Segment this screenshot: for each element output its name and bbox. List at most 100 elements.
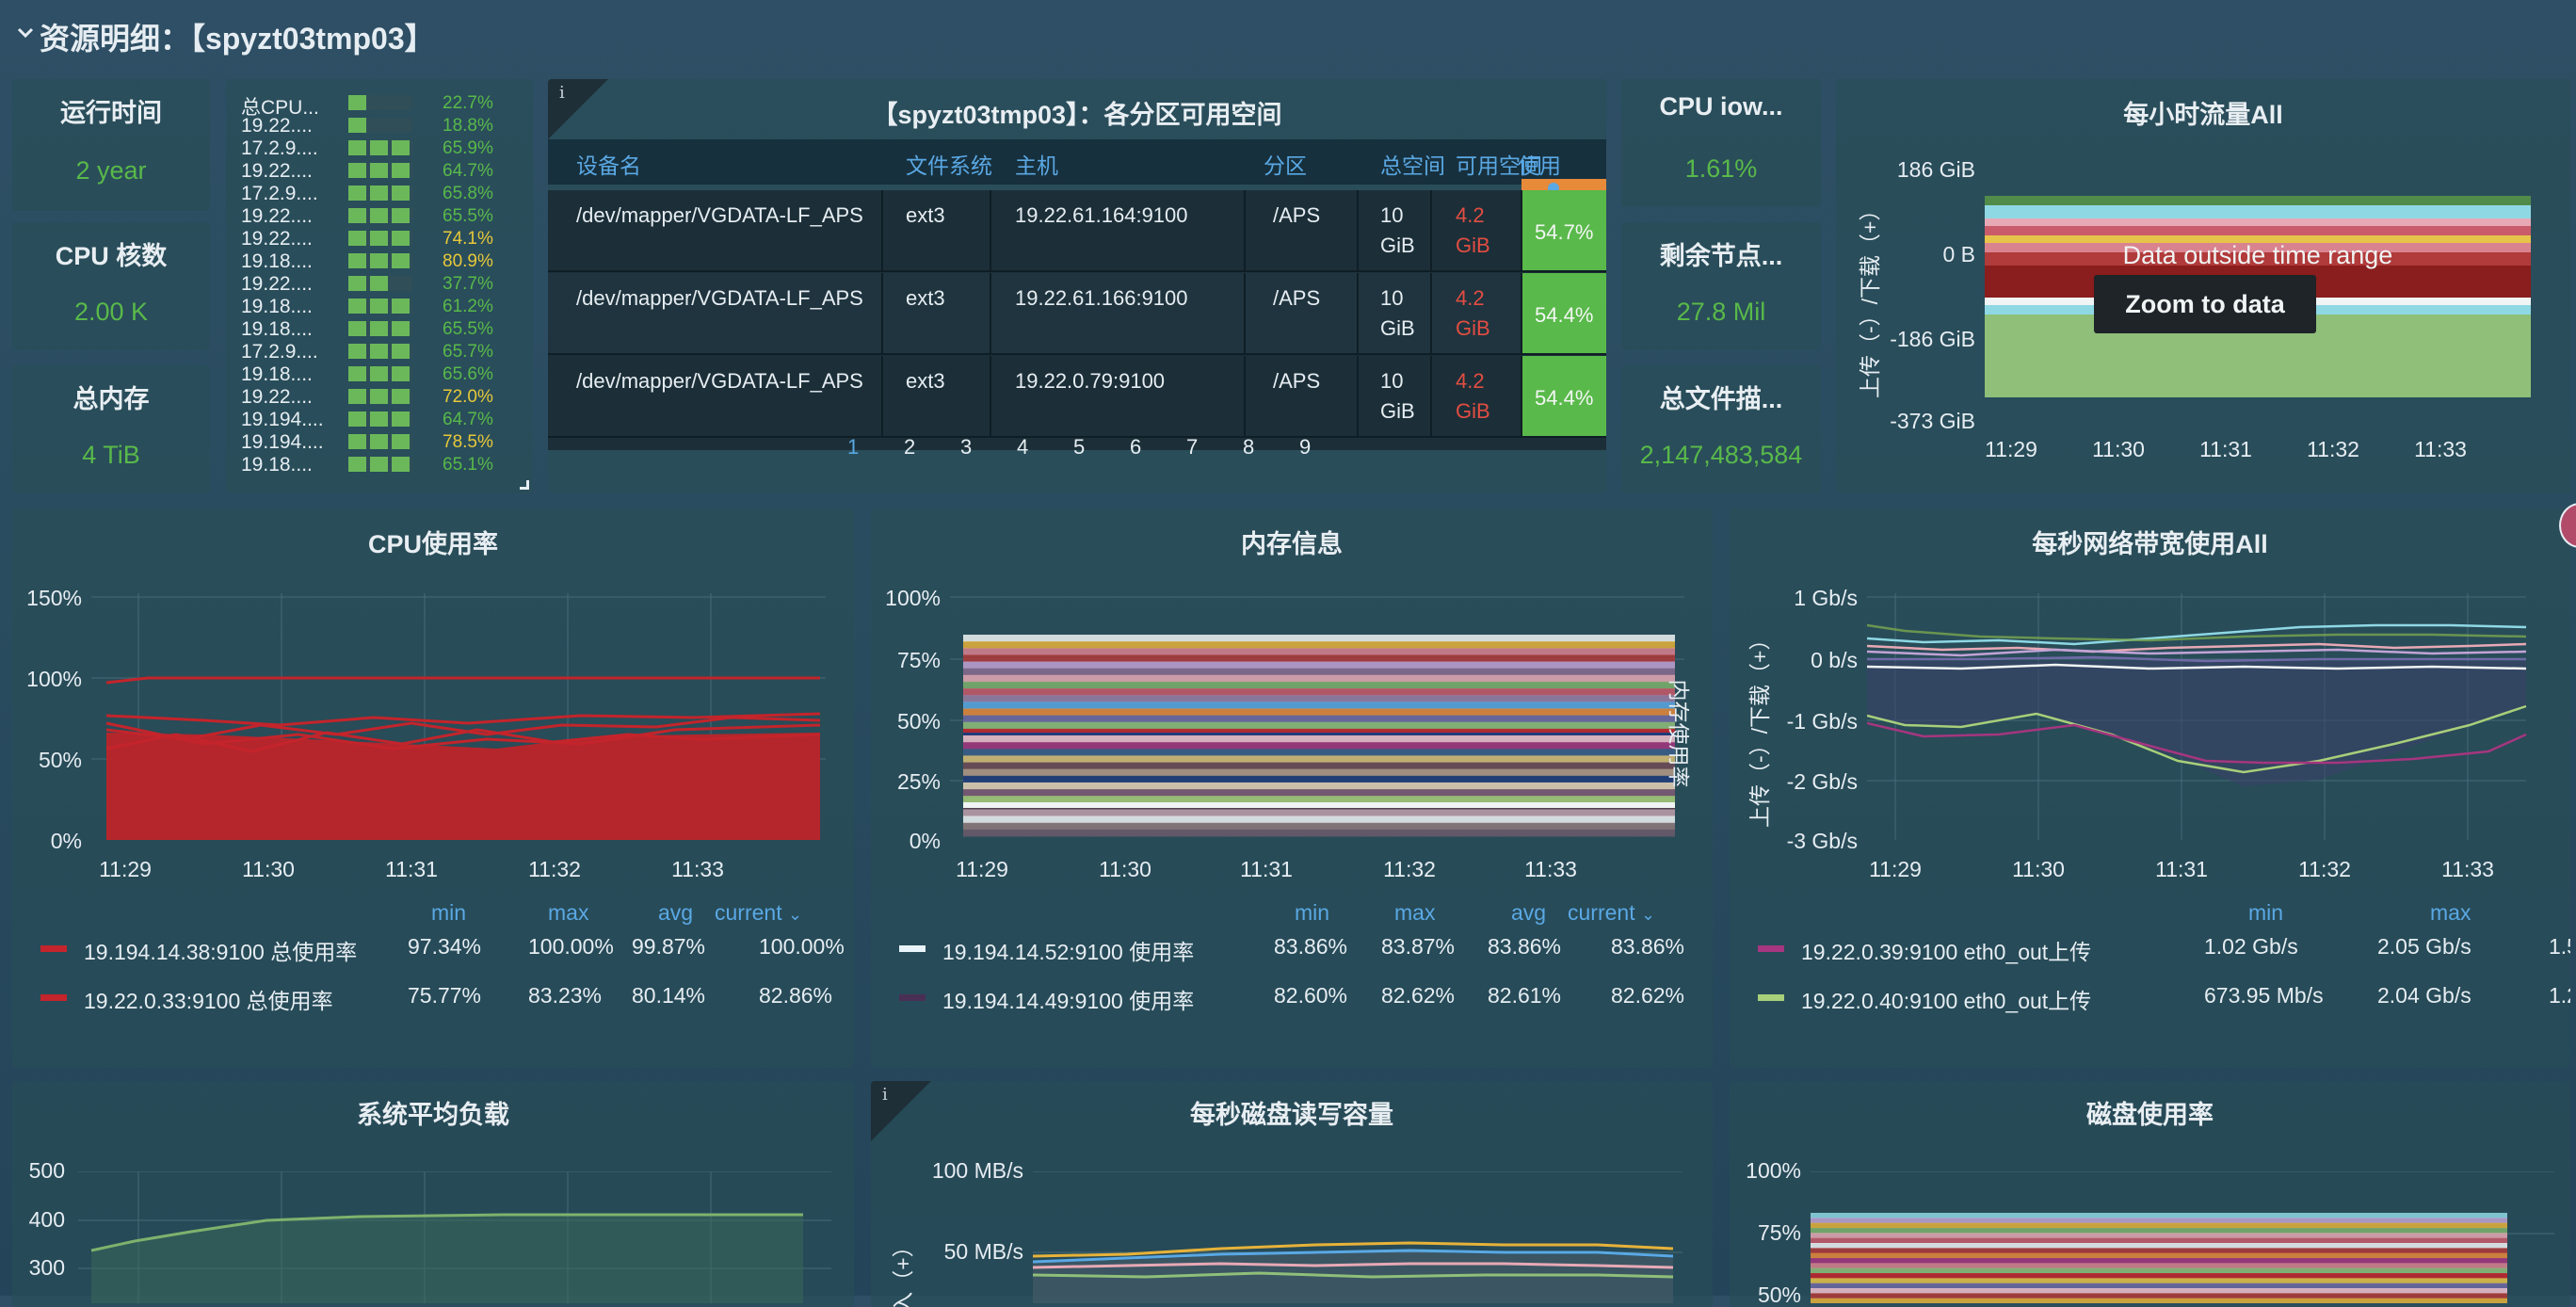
cpu-list-row[interactable]: 19.22.... 74.1% [226,228,533,250]
legend-header-min[interactable]: min [2248,900,2283,926]
runtime-label: 运行时间 [60,99,162,127]
cpu-list-value: 65.6% [443,364,493,384]
page-link[interactable]: 6 [1130,435,1141,460]
legend-header-current[interactable]: current ⌄ [715,900,802,926]
legend-series-name[interactable]: 19.22.0.39:9100 eth0_out上传 [1801,934,2091,966]
cpu-bar-fill [348,231,411,246]
table-row[interactable]: /dev/mapper/VGDATA-LF_APS ext3 19.22.61.16… [548,190,1606,272]
page-title[interactable]: 资源明细：【spyzt03tmp03】 [40,15,435,58]
page-link[interactable]: 4 [1017,435,1028,460]
legend-series-name[interactable]: 19.194.14.52:9100 使用率 [942,934,1194,966]
cpu-list-row[interactable]: 19.18.... 65.6% [226,363,533,385]
resize-handle-icon[interactable] [520,480,529,490]
legend-header-avg[interactable]: avg [658,900,693,926]
x-tick: 11:32 [528,857,581,881]
table-header-cell[interactable]: 总空间 [1380,153,1445,178]
x-tick: 11:33 [1524,857,1577,881]
legend-header-avg[interactable]: avg [1511,900,1546,926]
page-link[interactable]: 7 [1186,435,1198,460]
memory-info-title: 内存信息 [1241,530,1343,558]
cpu-list-row[interactable]: 17.2.9.... 65.7% [226,341,533,363]
free-cell-unit: GiB [1456,399,1490,423]
cpu-list-row[interactable]: 19.18.... 65.1% [226,454,533,476]
memory-info-panel: 内存信息 100% 75% 50% 25% 0% 内存使用率 11:29 11:… [871,508,1713,1068]
table-header-cell[interactable]: 主机 [1015,153,1058,178]
total-fd-value: 2,147,483,584 [1639,441,1803,469]
cpu-bar-track [348,95,412,110]
cpu-list-row[interactable]: 19.22.... 65.5% [226,205,533,227]
legend-swatch[interactable] [899,945,926,952]
cpu-bar-fill [348,140,411,155]
system-load-title: 系统平均负载 [357,1101,509,1129]
table-header-bg [548,139,1606,185]
x-tick: 11:31 [2155,857,2208,881]
page-link[interactable]: 5 [1073,435,1085,460]
cpu-list-row[interactable]: 19.194.... 64.7% [226,409,533,430]
legend-header-max[interactable]: max [1394,900,1435,926]
page-link[interactable]: 1 [847,435,859,460]
cpu-bar-fill [348,321,411,336]
data-outside-range-text: Data outside time range [2122,241,2393,269]
cpu-list-row[interactable]: 19.18.... 65.5% [226,318,533,340]
cpu-list-row[interactable]: 总CPU... 22.7% [226,92,533,119]
sort-desc-icon: ⌄ [1640,905,1656,924]
page-link[interactable]: 9 [1299,435,1311,460]
collapse-chevron-icon[interactable] [13,21,38,45]
device-cell: /dev/mapper/VGDATA-LF_APS [576,286,863,310]
x-tick: 11:30 [1099,857,1151,881]
cpu-list-row[interactable]: 17.2.9.... 65.8% [226,183,533,204]
cpu-list-row[interactable]: 17.2.9.... 65.9% [226,137,533,159]
legend-swatch[interactable] [40,945,67,952]
legend-swatch[interactable] [40,994,67,1001]
table-row[interactable]: /dev/mapper/VGDATA-LF_APS ext3 19.22.0.79:… [548,356,1606,438]
table-header-cell[interactable]: 使用 [1518,153,1561,178]
free-cell-unit: GiB [1456,234,1490,257]
cpu-list-row[interactable]: 19.194.... 78.5% [226,431,533,453]
page-link[interactable]: 3 [960,435,972,460]
cpu-list-row[interactable]: 19.22.... 64.7% [226,160,533,182]
legend-header-max[interactable]: max [2430,900,2471,926]
cpu-list-value: 64.7% [443,161,493,181]
legend-series-name[interactable]: 19.194.14.38:9100 总使用率 [84,934,357,966]
legend-header-current[interactable]: current ⌄ [1568,900,1655,926]
table-header-cell[interactable]: 分区 [1264,153,1307,178]
page-link[interactable]: 8 [1243,435,1254,460]
legend-swatch[interactable] [899,994,926,1001]
legend-series-name[interactable]: 19.194.14.49:9100 使用率 [942,983,1194,1015]
cpu-list-row[interactable]: 19.22.... 72.0% [226,386,533,408]
legend-header-max[interactable]: max [548,900,588,926]
cpu-list-row[interactable]: 19.22.... 37.7% [226,273,533,295]
x-tick: 11:32 [1383,857,1436,881]
y-tick: 25% [896,769,941,794]
cpu-list-name: 19.22.... [241,205,313,227]
y-tick: 100% [885,586,941,610]
table-header-cell[interactable]: 设备名 [576,153,641,178]
legend-min-value: 1.02 Gb/s [2204,934,2298,959]
legend-swatch[interactable] [1758,945,1784,952]
mount-cell: /APS [1273,369,1320,393]
cpu-list-row[interactable]: 19.18.... 61.2% [226,296,533,317]
legend-swatch[interactable] [1758,994,1784,1001]
legend-header-min[interactable]: min [1295,900,1329,926]
x-tick: 11:29 [956,857,1008,881]
cpu-list-value: 37.7% [443,274,493,294]
y-axis-label: 上传（-）/下载（+） [1747,628,1772,828]
total-cell: 10 [1380,203,1403,227]
legend-min-value: 82.60% [1274,983,1348,1008]
legend-header-min[interactable]: min [431,900,466,926]
legend-series-name[interactable]: 19.22.0.33:9100 总使用率 [84,983,333,1015]
cpu-list-row[interactable]: 19.22.... 18.8% [226,115,533,137]
cpu-list-name: 19.18.... [241,318,313,340]
legend-series-name[interactable]: 19.22.0.40:9100 eth0_out上传 [1801,983,2091,1015]
cpu-bar-track [348,299,412,314]
x-tick: 11:33 [2441,857,2494,881]
cpu-cores-label: CPU 核数 [55,242,168,270]
network-bandwidth-plot [1867,593,2527,840]
cpu-list-row[interactable]: 19.18.... 80.9% [226,250,533,272]
y-tick: 500 [28,1158,65,1183]
device-cell: /dev/mapper/VGDATA-LF_APS [576,369,863,393]
table-header-cell[interactable]: 文件系统 [906,153,992,178]
zoom-to-data-button[interactable]: Zoom to data [2094,275,2316,333]
page-link[interactable]: 2 [904,435,915,460]
table-row[interactable]: /dev/mapper/VGDATA-LF_APS ext3 19.22.61.16… [548,273,1606,355]
